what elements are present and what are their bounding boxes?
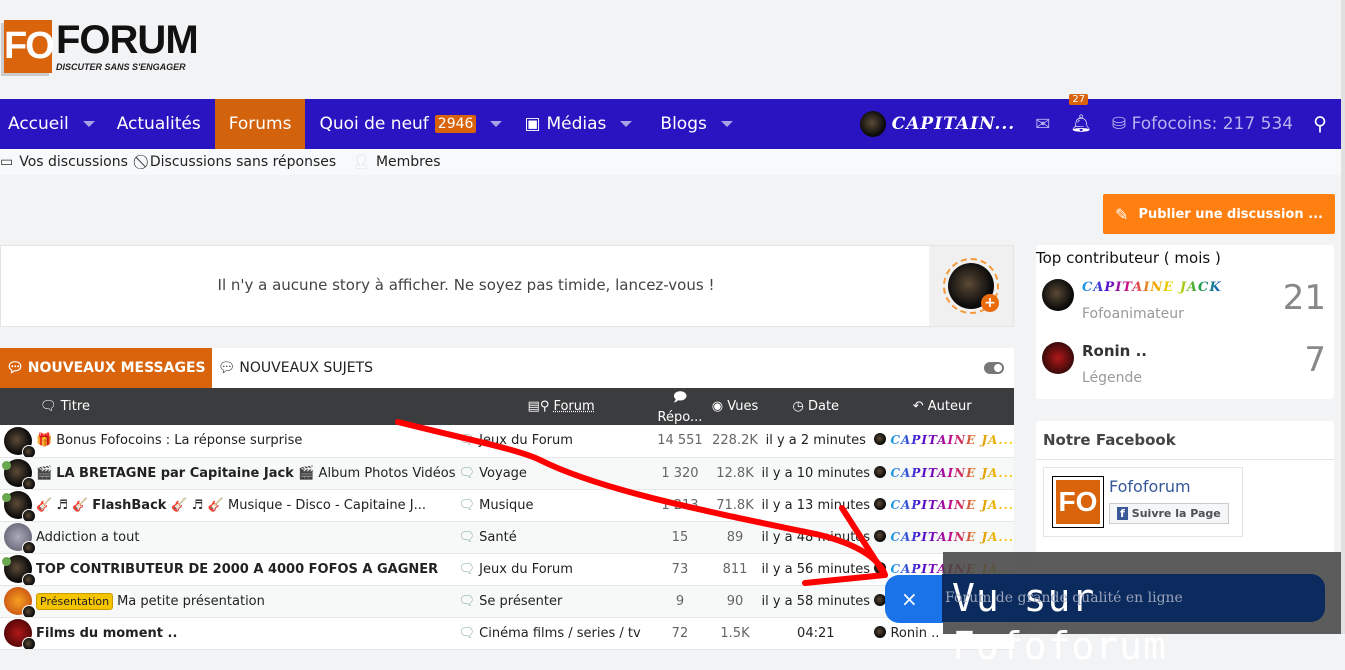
close-icon: ×: [901, 587, 918, 611]
scrollbar[interactable]: [1341, 0, 1345, 634]
popup-behind-text: Forum de grande qualité en ligne: [945, 590, 1183, 606]
red-arrow-annotation: [395, 419, 888, 586]
popup-close-button[interactable]: ×: [885, 575, 943, 623]
